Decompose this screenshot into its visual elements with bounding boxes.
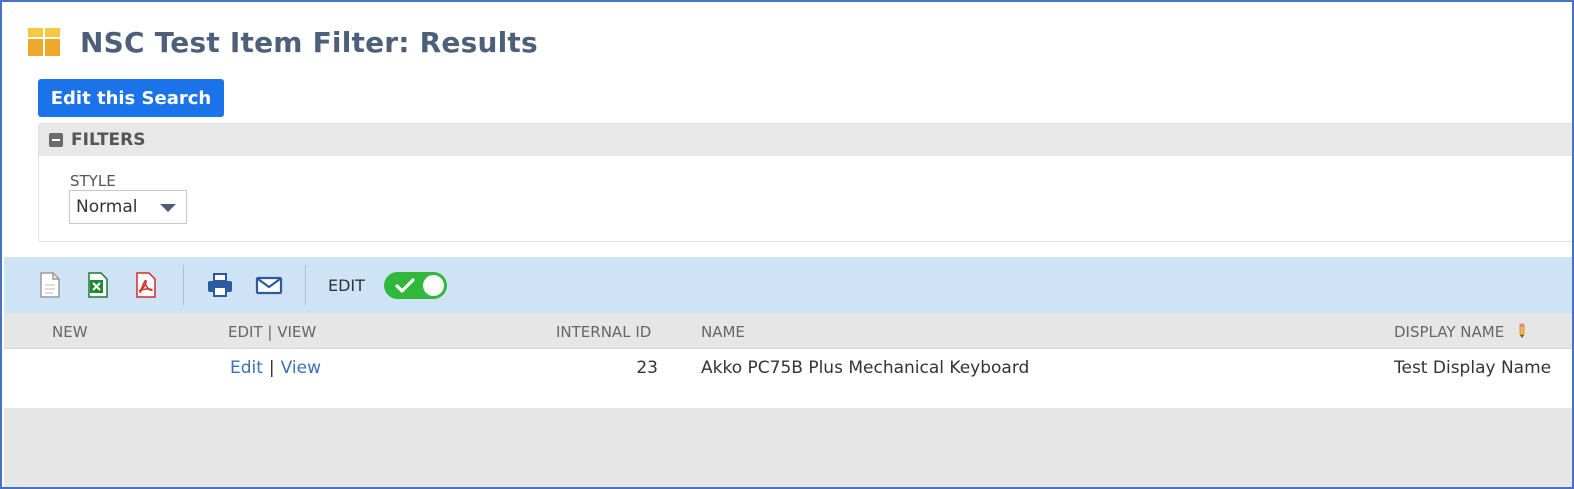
filters-title: FILTERS [71, 130, 146, 150]
table-footer [4, 408, 1572, 487]
column-header-name[interactable]: NAME [701, 323, 745, 341]
pdf-export-icon[interactable] [133, 271, 159, 299]
link-separator: | [268, 358, 275, 378]
column-header-edit-view[interactable]: EDIT | VIEW [228, 323, 316, 341]
toolbar-divider [305, 265, 306, 305]
results-page: NSC Test Item Filter: Results Edit this … [0, 0, 1574, 489]
column-header-internal-id[interactable]: INTERNAL ID [556, 323, 651, 341]
edit-view-cell: Edit | View [230, 358, 321, 378]
results-toolbar: EDIT [4, 257, 1572, 313]
table-header: NEW EDIT | VIEW INTERNAL ID NAME DISPLAY… [4, 313, 1572, 349]
internal-id-cell: 23 [636, 358, 658, 378]
display-name-cell: Test Display Name [1394, 358, 1552, 378]
style-select[interactable]: Normal [69, 190, 187, 224]
edit-search-button[interactable]: Edit this Search [38, 79, 224, 117]
view-link[interactable]: View [281, 358, 321, 378]
filters-panel: FILTERS STYLE Normal [38, 123, 1572, 242]
filters-header[interactable]: FILTERS [39, 124, 1572, 156]
collapse-icon[interactable] [49, 133, 63, 147]
email-icon[interactable] [255, 271, 283, 299]
edit-mode-label: EDIT [328, 276, 365, 295]
column-header-display-name[interactable]: DISPLAY NAME [1394, 323, 1527, 341]
column-header-new[interactable]: NEW [52, 323, 88, 341]
new-document-icon[interactable] [37, 271, 63, 299]
chevron-down-icon [160, 204, 176, 212]
page-title: NSC Test Item Filter: Results [80, 25, 538, 59]
app-logo-icon [28, 26, 60, 58]
page-header: NSC Test Item Filter: Results [28, 22, 538, 62]
edit-link[interactable]: Edit [230, 358, 263, 378]
table-row: Edit | View 23 Akko PC75B Plus Mechanical … [4, 350, 1572, 388]
checkmark-icon [395, 278, 415, 293]
edit-mode-toggle[interactable] [384, 272, 447, 299]
style-filter-label: STYLE [70, 172, 116, 190]
column-header-display-name-label: DISPLAY NAME [1394, 323, 1505, 341]
print-icon[interactable] [206, 271, 232, 299]
name-cell: Akko PC75B Plus Mechanical Keyboard [701, 358, 1030, 378]
excel-export-icon[interactable] [85, 271, 111, 299]
style-select-value: Normal [76, 197, 138, 217]
toggle-knob [423, 275, 444, 296]
toolbar-divider [183, 265, 184, 305]
pencil-icon[interactable] [1517, 323, 1527, 339]
